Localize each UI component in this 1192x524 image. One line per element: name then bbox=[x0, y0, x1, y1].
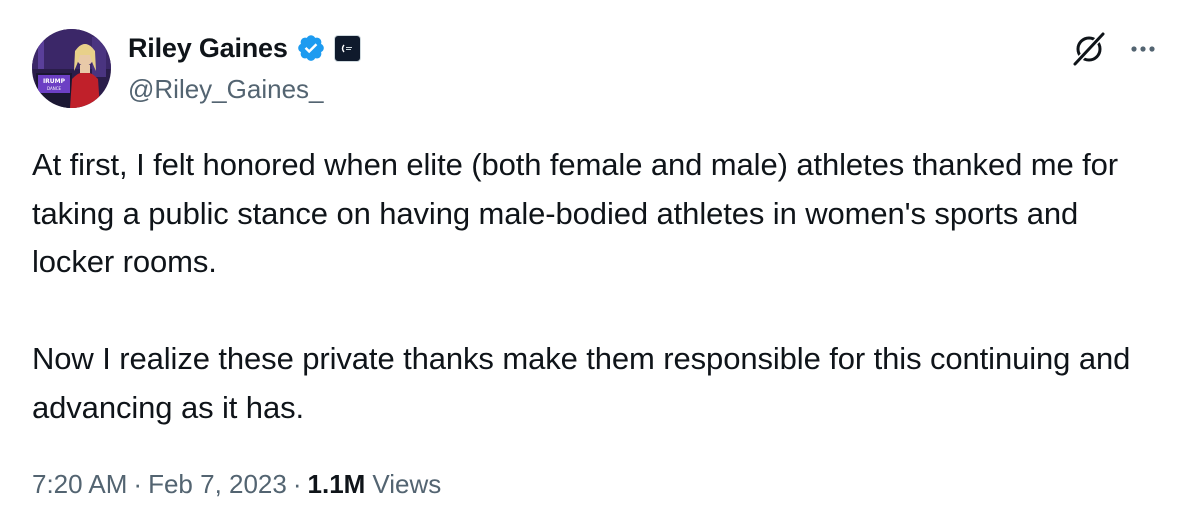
tweet-card: IRUMP DANCE Riley Gaines @Riley_Gaines_ bbox=[0, 0, 1192, 524]
meta-separator: · bbox=[133, 469, 143, 499]
tweet-date[interactable]: Feb 7, 2023 bbox=[148, 466, 287, 502]
avatar-image: IRUMP DANCE bbox=[32, 29, 111, 108]
tweet-paragraph: At first, I felt honored when elite (bot… bbox=[32, 147, 1119, 279]
more-options-icon[interactable] bbox=[1128, 34, 1158, 64]
meta-separator: · bbox=[292, 469, 302, 499]
tweet-text: At first, I felt honored when elite (bot… bbox=[32, 141, 1162, 432]
svg-text:IRUMP: IRUMP bbox=[43, 78, 66, 85]
author-handle[interactable]: @Riley_Gaines_ bbox=[128, 73, 323, 105]
tweet-metadata: 7:20 AM · Feb 7, 2023 · 1.1M Views bbox=[32, 466, 441, 502]
tweet-paragraph: Now I realize these private thanks make … bbox=[32, 341, 1131, 425]
avatar[interactable]: IRUMP DANCE bbox=[32, 29, 111, 108]
views-count: 1.1M bbox=[307, 469, 366, 499]
svg-text:DANCE: DANCE bbox=[47, 86, 62, 91]
tweet-time[interactable]: 7:20 AM bbox=[32, 466, 127, 502]
affiliate-badge-icon[interactable] bbox=[333, 34, 361, 62]
author-name-row: Riley Gaines bbox=[128, 30, 361, 66]
tweet-actions-top bbox=[1070, 30, 1158, 68]
verified-badge-icon[interactable] bbox=[296, 33, 326, 63]
display-name[interactable]: Riley Gaines bbox=[128, 30, 288, 66]
views-label: Views bbox=[372, 469, 442, 499]
grok-icon[interactable] bbox=[1070, 30, 1108, 68]
